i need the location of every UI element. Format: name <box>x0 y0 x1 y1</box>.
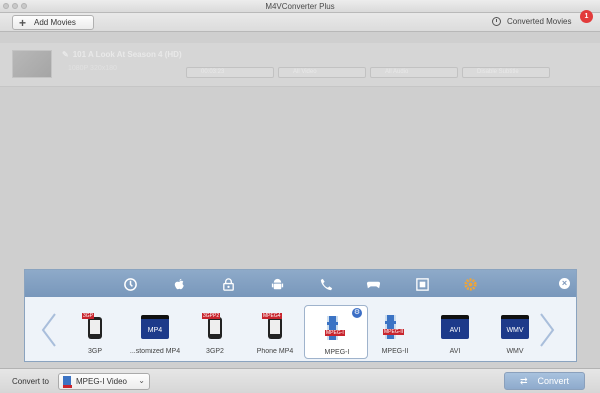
format-phone-mp4[interactable]: MPEG4 Phone MP4 <box>243 305 307 359</box>
plus-icon: + <box>19 15 27 30</box>
output-format-value: MPEG-I Video <box>76 377 127 386</box>
format-mpeg-1[interactable]: ⚙ MPEG-I MPEG-I <box>304 305 368 359</box>
format-mpeg-2[interactable]: MPEG-II MPEG-II <box>363 305 427 359</box>
movie-thumbnail <box>12 50 52 78</box>
format-wmv[interactable]: WMV WMV <box>483 305 547 359</box>
chevron-down-icon: ⌄ <box>138 376 145 385</box>
close-window-button[interactable] <box>3 3 9 9</box>
phone-icon <box>268 317 282 339</box>
film-icon[interactable] <box>414 276 430 292</box>
format-label: MPEG-II <box>381 348 409 355</box>
bottom-bar: Convert to MPEG-I Video ⌄ ⇄ Convert <box>0 368 600 393</box>
film-strip-icon <box>63 375 72 388</box>
format-avi[interactable]: AVI AVI <box>423 305 487 359</box>
clapperboard-icon: AVI <box>441 315 469 339</box>
zoom-window-button[interactable] <box>21 3 27 9</box>
movie-resolution: 1080P 320x180 <box>68 65 117 72</box>
video-select[interactable]: All Video <box>278 67 366 78</box>
format-3gp2[interactable]: 3GPP2 3GP2 <box>183 305 247 359</box>
convert-to-label: Convert to <box>12 377 49 386</box>
clapperboard-icon: WMV <box>501 315 529 339</box>
clapperboard-icon: MP4 <box>141 315 169 339</box>
apple-icon[interactable] <box>171 276 187 292</box>
previous-arrow-icon[interactable] <box>39 312 59 348</box>
converted-movies-button[interactable]: Converted Movies <box>492 17 571 26</box>
format-customized-mp4[interactable]: MP4 ...stomized MP4 <box>123 305 187 359</box>
audio-select[interactable]: All Audio <box>370 67 458 78</box>
edit-icon[interactable]: ✎ <box>62 50 69 59</box>
convert-button[interactable]: ⇄ Convert <box>504 372 585 390</box>
format-label: 3GP <box>87 348 102 355</box>
format-tag: 3GP <box>82 313 95 319</box>
phone-icon <box>88 317 102 339</box>
convert-icon: ⇄ <box>519 375 528 386</box>
close-popup-icon[interactable]: × <box>559 278 570 289</box>
output-format-select[interactable]: MPEG-I Video ⌄ <box>58 373 150 390</box>
format-label: 3GP2 <box>206 348 224 355</box>
minimize-window-button[interactable] <box>12 3 18 9</box>
subtitle-select[interactable]: Disable Subtitle <box>462 67 550 78</box>
recent-icon[interactable] <box>122 276 138 292</box>
convert-label: Convert <box>537 376 570 386</box>
film-strip-icon <box>385 315 396 339</box>
format-label: AVI <box>449 348 461 355</box>
format-label: WMV <box>506 348 524 355</box>
history-icon <box>492 17 501 26</box>
format-tag: MPEG-I <box>325 330 345 336</box>
movie-row[interactable]: ✎ 101 A Look At Season 4 (HD) 1080P 320x… <box>0 43 600 87</box>
toolbar: + Add Movies Converted Movies <box>0 13 600 32</box>
phone-icon <box>208 317 222 339</box>
format-tag: 3GPP2 <box>202 313 221 319</box>
format-picker-popup: × 3GP 3GP MP4 ...stomized MP4 3GPP2 3GP2… <box>24 269 577 362</box>
format-3gp[interactable]: 3GP 3GP <box>63 305 127 359</box>
title-bar: M4VConverter Plus <box>0 0 600 13</box>
add-movies-label: Add Movies <box>34 18 76 27</box>
drm-icon[interactable] <box>220 276 236 292</box>
film-strip-icon <box>327 316 338 340</box>
phone-icon[interactable] <box>318 276 334 292</box>
format-label: Phone MP4 <box>256 348 294 355</box>
settings-icon[interactable] <box>462 276 478 292</box>
window-title: M4VConverter Plus <box>265 2 335 11</box>
game-icon[interactable] <box>365 276 381 292</box>
movie-title: 101 A Look At Season 4 (HD) <box>72 50 182 59</box>
android-icon[interactable] <box>269 276 285 292</box>
format-label: MPEG-I <box>324 349 350 356</box>
add-movies-button[interactable]: + Add Movies <box>12 15 94 30</box>
format-label: ...stomized MP4 <box>129 348 181 355</box>
converted-movies-label: Converted Movies <box>507 17 572 26</box>
window-controls <box>3 3 27 9</box>
format-category-bar: × <box>25 270 576 297</box>
gear-icon[interactable]: ⚙ <box>352 308 362 318</box>
duration-select[interactable]: 00:03:23 <box>186 67 274 78</box>
format-tag: MPEG4 <box>262 313 282 319</box>
format-tag: MPEG-II <box>383 329 405 335</box>
converted-count-badge: 1 <box>580 10 593 23</box>
